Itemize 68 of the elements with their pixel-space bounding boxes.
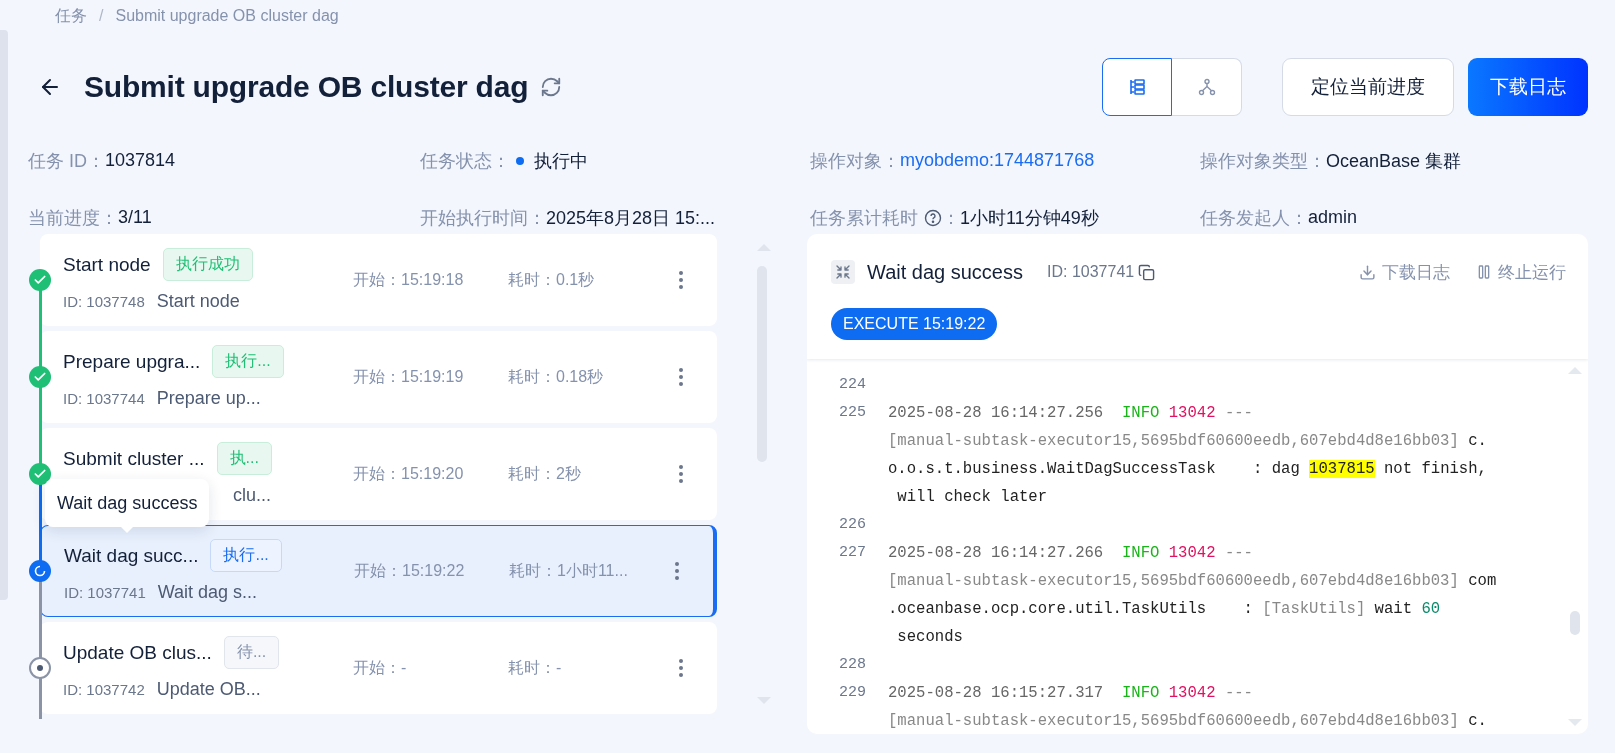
info-value: OceanBase 集群: [1326, 149, 1462, 173]
status-tag: 执行成功: [162, 248, 253, 281]
line-number: 224: [839, 375, 867, 395]
log-text: will check later: [896, 487, 1049, 508]
log-text: [manual-subtask-executor15,5695bdf60600eedb,607ebd4d8e16bb03] c.: [888, 431, 1487, 452]
info-label: 操作对象：: [810, 149, 900, 173]
status-tag: 执行...: [212, 345, 284, 378]
breadcrumb-item: Submit upgrade OB cluster dag: [115, 7, 339, 25]
tooltip: Wait dag success: [45, 479, 210, 527]
execute-tag: EXECUTE 15:19:22: [831, 308, 998, 340]
info-label: 操作对象类型：: [1200, 149, 1326, 173]
log-text: [manual-subtask-executor15,5695bdf60600eedb,607ebd4d8e16bb03] c.: [888, 711, 1487, 732]
status-tag: 待...: [223, 636, 280, 669]
info-value: 1037814: [105, 150, 176, 171]
log-text: .oceanbase.ocp.core.util.TaskUtils : [TaskUtils] wait 60: [888, 599, 1442, 620]
node-title: Start node: [63, 253, 151, 276]
node-description: Update OB...: [156, 679, 261, 700]
info-value: 2025年8月28日 15:...: [546, 206, 716, 230]
start-time: 开始：15:19:22: [354, 560, 466, 581]
log-text: 2025-08-28 16:14:27.266 INFO 13042 ---: [888, 543, 1254, 564]
info-label: 任务累计耗时: [810, 206, 918, 230]
info-label: 任务发起人：: [1200, 206, 1308, 230]
node-title: Prepare upgra...: [63, 350, 201, 373]
duration: 耗时：-: [508, 657, 563, 678]
node-id: ID: 1037748: [63, 293, 145, 310]
duration: 耗时：2秒: [508, 463, 582, 484]
node-description: Prepare up...: [156, 388, 261, 409]
start-time: 开始：15:19:18: [353, 269, 465, 290]
info-value: 3/11: [118, 207, 152, 228]
info-label: 开始执行时间：: [420, 206, 546, 230]
log-title: Wait dag success: [867, 260, 1023, 284]
log-text: o.o.s.t.business.WaitDagSuccessTask : dag 1037815 not finish,: [888, 459, 1487, 480]
node-id: ID: 1037741: [64, 584, 146, 601]
node-description: Wait dag s...: [157, 582, 258, 603]
start-time: 开始：15:19:19: [353, 366, 465, 387]
line-number: 229: [839, 683, 867, 703]
node-description: Start node: [156, 291, 240, 312]
breadcrumb-separator: /: [99, 7, 104, 25]
node-title: Submit cluster ...: [63, 447, 205, 470]
node-id: ID: 1037742: [63, 681, 145, 698]
line-number: 227: [839, 543, 867, 563]
duration: 耗时：0.1秒: [508, 269, 596, 290]
info-value: admin: [1308, 207, 1358, 228]
start-time: 开始：15:19:20: [353, 463, 465, 484]
info-value: 执行中: [534, 149, 588, 173]
node-title: Wait dag succ...: [64, 544, 199, 567]
line-number: 226: [839, 515, 867, 535]
log-text: 2025-08-28 16:14:27.256 INFO 13042 ---: [888, 403, 1254, 424]
info-label: 任务 ID：: [28, 149, 105, 173]
status-tag: 执...: [216, 442, 272, 475]
node-title: Update OB clus...: [63, 641, 212, 664]
start-time: 开始：-: [353, 657, 408, 678]
log-text: seconds: [896, 627, 964, 648]
info-colon: ：: [942, 206, 960, 230]
node-id: ID: 1037741: [1047, 263, 1135, 281]
info-label: 当前进度：: [28, 206, 118, 230]
line-number: 225: [839, 403, 867, 423]
line-number: 228: [839, 655, 867, 675]
info-label: 任务状态：: [420, 149, 510, 173]
duration: 耗时：1小时11...: [509, 560, 629, 581]
node-id: ID: 1037744: [63, 390, 145, 407]
node-description: clu...: [233, 485, 271, 506]
status-tag: 执行...: [210, 539, 282, 572]
info-value: 1小时11分钟49秒: [960, 206, 1099, 230]
log-text: 2025-08-28 16:15:27.317 INFO 13042 ---: [888, 683, 1254, 704]
page-title: Submit upgrade OB cluster dag: [84, 70, 529, 104]
log-text: [manual-subtask-executor15,5695bdf60600eedb,607ebd4d8e16bb03] com: [888, 571, 1497, 592]
duration: 耗时：0.18秒: [508, 366, 605, 387]
